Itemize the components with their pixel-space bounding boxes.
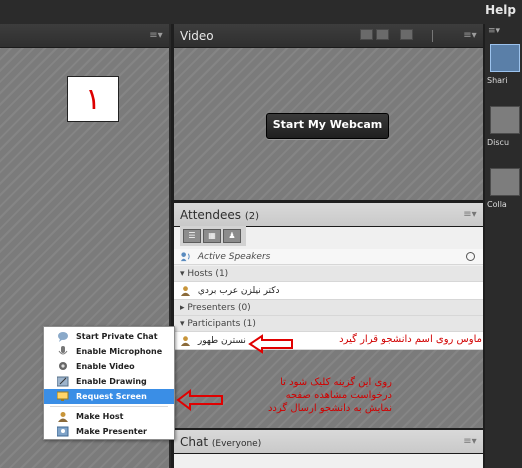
annotation-line: روی این گزینه کلیک شود تا [280,377,392,388]
annotation-mouse-over: ماوس روی اسم دانشجو قرار گیرد [339,334,482,345]
annotation-click-option: روی این گزینه کلیک شود تا درخواست مشاهده… [222,376,392,415]
annotation-line: نمایش به دانشجو ارسال گردد [267,403,392,414]
arrow-to-screen-share [176,389,223,411]
arrow-to-participant [248,334,293,354]
annotation-line: درخواست مشاهده صفحه [285,390,392,401]
